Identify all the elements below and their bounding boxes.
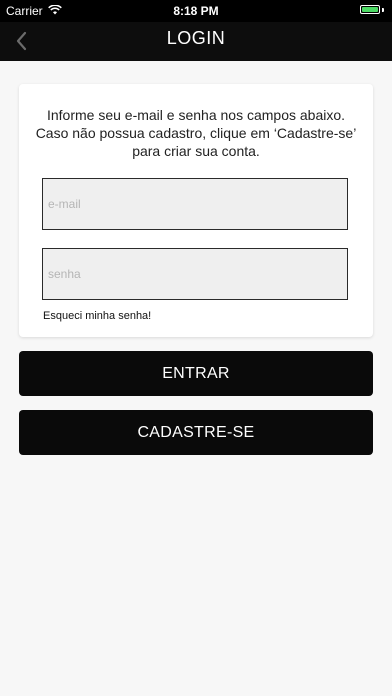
forgot-password-link[interactable]: Esqueci minha senha! <box>43 310 151 322</box>
email-input[interactable] <box>43 179 347 229</box>
login-card: Informe seu e-mail e senha nos campos ab… <box>19 84 373 337</box>
password-field <box>42 248 348 300</box>
battery-icon <box>360 5 384 14</box>
password-input[interactable] <box>43 249 347 299</box>
page-title: LOGIN <box>166 28 226 48</box>
status-time: 8:18 PM <box>173 4 219 18</box>
navigation-bar: LOGIN <box>0 22 392 61</box>
status-bar: Carrier 8:18 PM <box>0 0 392 22</box>
instructions-text: Informe seu e-mail e senha nos campos ab… <box>35 107 357 159</box>
signup-button[interactable]: CADASTRE-SE <box>19 410 373 455</box>
login-button[interactable]: ENTRAR <box>19 351 373 396</box>
email-field <box>42 178 348 230</box>
